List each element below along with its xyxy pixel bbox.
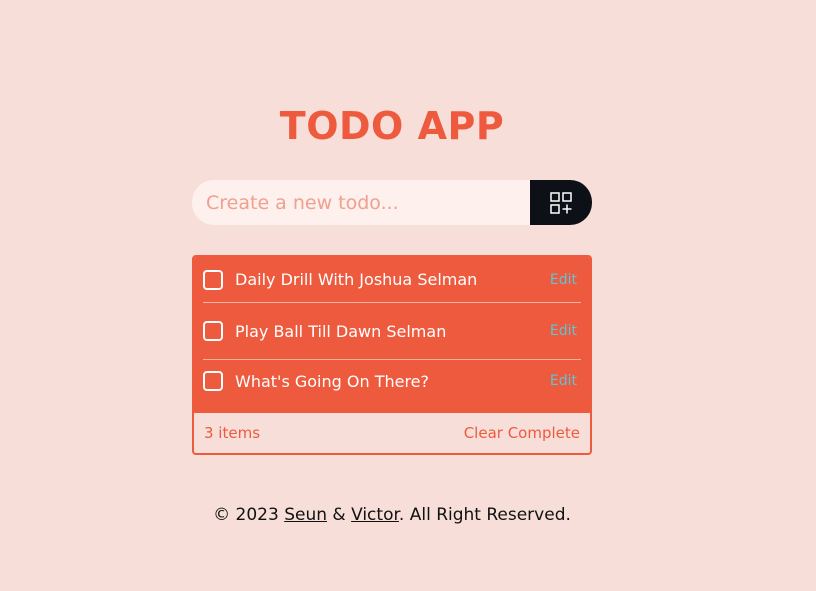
copyright-suffix: . All Right Reserved. [398,505,571,525]
todo-items: Daily Drill With Joshua Selman Edit Play… [194,257,590,413]
edit-button[interactable]: Edit [550,272,577,288]
copyright-separator: & [327,505,352,525]
todo-text: Play Ball Till Dawn Selman [235,321,447,341]
items-count: 3 items [204,424,261,442]
edit-button[interactable]: Edit [550,323,577,339]
todo-text: What's Going On There? [235,371,430,391]
author-link-seun[interactable]: Seun [284,505,327,525]
new-todo-input[interactable] [192,180,530,225]
new-todo-form [192,180,592,225]
todo-text: Daily Drill With Joshua Selman [235,270,478,289]
todo-list: Daily Drill With Joshua Selman Edit Play… [192,255,592,455]
todo-checkbox[interactable] [203,371,223,391]
copyright-footer: © 2023 Seun & Victor. All Right Reserved… [0,505,784,525]
todo-checkbox[interactable] [203,269,223,290]
todo-item: Play Ball Till Dawn Selman Edit [203,303,581,360]
author-link-victor[interactable]: Victor [351,505,399,525]
copyright-prefix: © 2023 [213,505,285,525]
todo-checkbox[interactable] [203,321,223,341]
grid-plus-icon [550,191,572,214]
edit-button[interactable]: Edit [550,373,577,389]
add-todo-button[interactable] [530,180,592,225]
todo-item: What's Going On There? Edit [203,360,581,402]
app-title: TODO APP [279,104,505,148]
todo-item: Daily Drill With Joshua Selman Edit [203,257,581,303]
clear-complete-button[interactable]: Clear Complete [464,424,580,442]
list-footer: 3 items Clear Complete [194,413,590,453]
